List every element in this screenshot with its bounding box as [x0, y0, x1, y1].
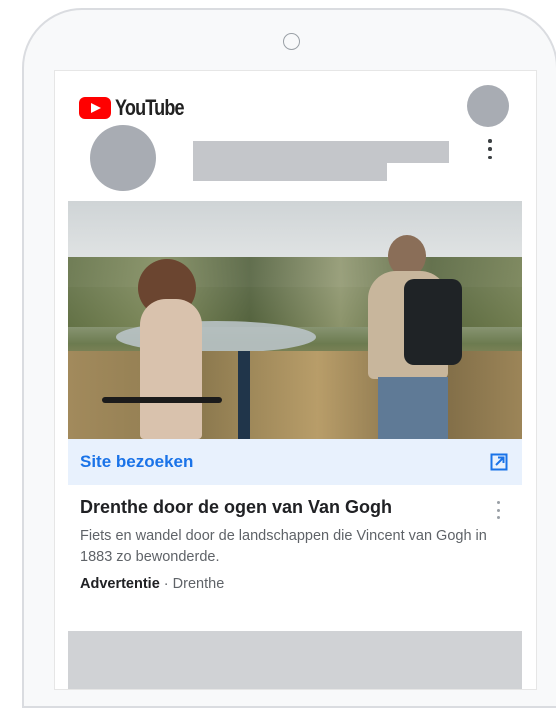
video-title-placeholder [193, 141, 449, 163]
youtube-play-icon [79, 97, 111, 119]
ad-location: Drenthe [172, 576, 225, 592]
phone-screen: YouTube Site bezoeken Drenthe door de og… [54, 70, 537, 690]
ad-badge: Advertentie [80, 576, 160, 592]
ad-more-options-icon[interactable] [493, 501, 503, 519]
ad-title[interactable]: Drenthe door de ogen van Van Gogh [80, 497, 510, 518]
ad-info: Drenthe door de ogen van Van Gogh Fiets … [68, 485, 522, 592]
visit-site-label: Site bezoeken [80, 452, 194, 471]
youtube-logo[interactable]: YouTube [79, 95, 199, 121]
channel-avatar-placeholder [90, 125, 156, 191]
logo-text: YouTube [115, 95, 185, 120]
ad-image[interactable] [68, 201, 522, 439]
ad-description: Fiets en wandel door de landschappen die… [80, 528, 487, 565]
video-subtitle-placeholder [193, 163, 387, 181]
more-options-icon[interactable] [483, 137, 497, 161]
visit-site-button[interactable]: Site bezoeken [68, 439, 522, 485]
ad-meta: Advertentie · Drenthe [80, 576, 510, 592]
ad-card[interactable]: Site bezoeken Drenthe door de ogen van V… [68, 201, 522, 592]
external-link-icon [490, 453, 508, 471]
camera-icon [283, 33, 300, 50]
next-video-placeholder [68, 631, 522, 689]
account-avatar[interactable] [467, 85, 509, 127]
meta-separator: · [159, 576, 173, 592]
